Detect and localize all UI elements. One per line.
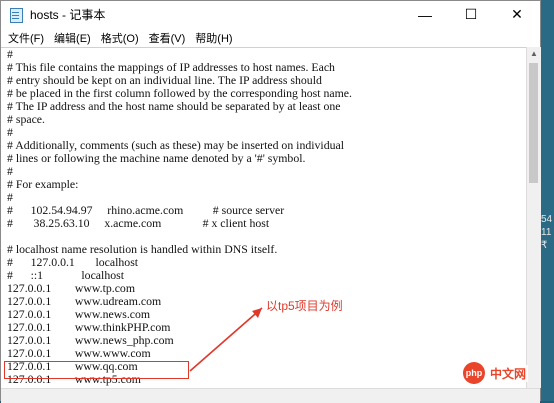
annotation-label: 以tp5项目为例 [266, 299, 343, 313]
site-watermark: php 中文网 [463, 362, 529, 384]
annotation-highlight-box [4, 361, 189, 379]
watermark-text: 中文网 [488, 364, 529, 382]
php-logo-icon: php [463, 362, 485, 384]
annotation-arrow-icon [189, 307, 263, 372]
